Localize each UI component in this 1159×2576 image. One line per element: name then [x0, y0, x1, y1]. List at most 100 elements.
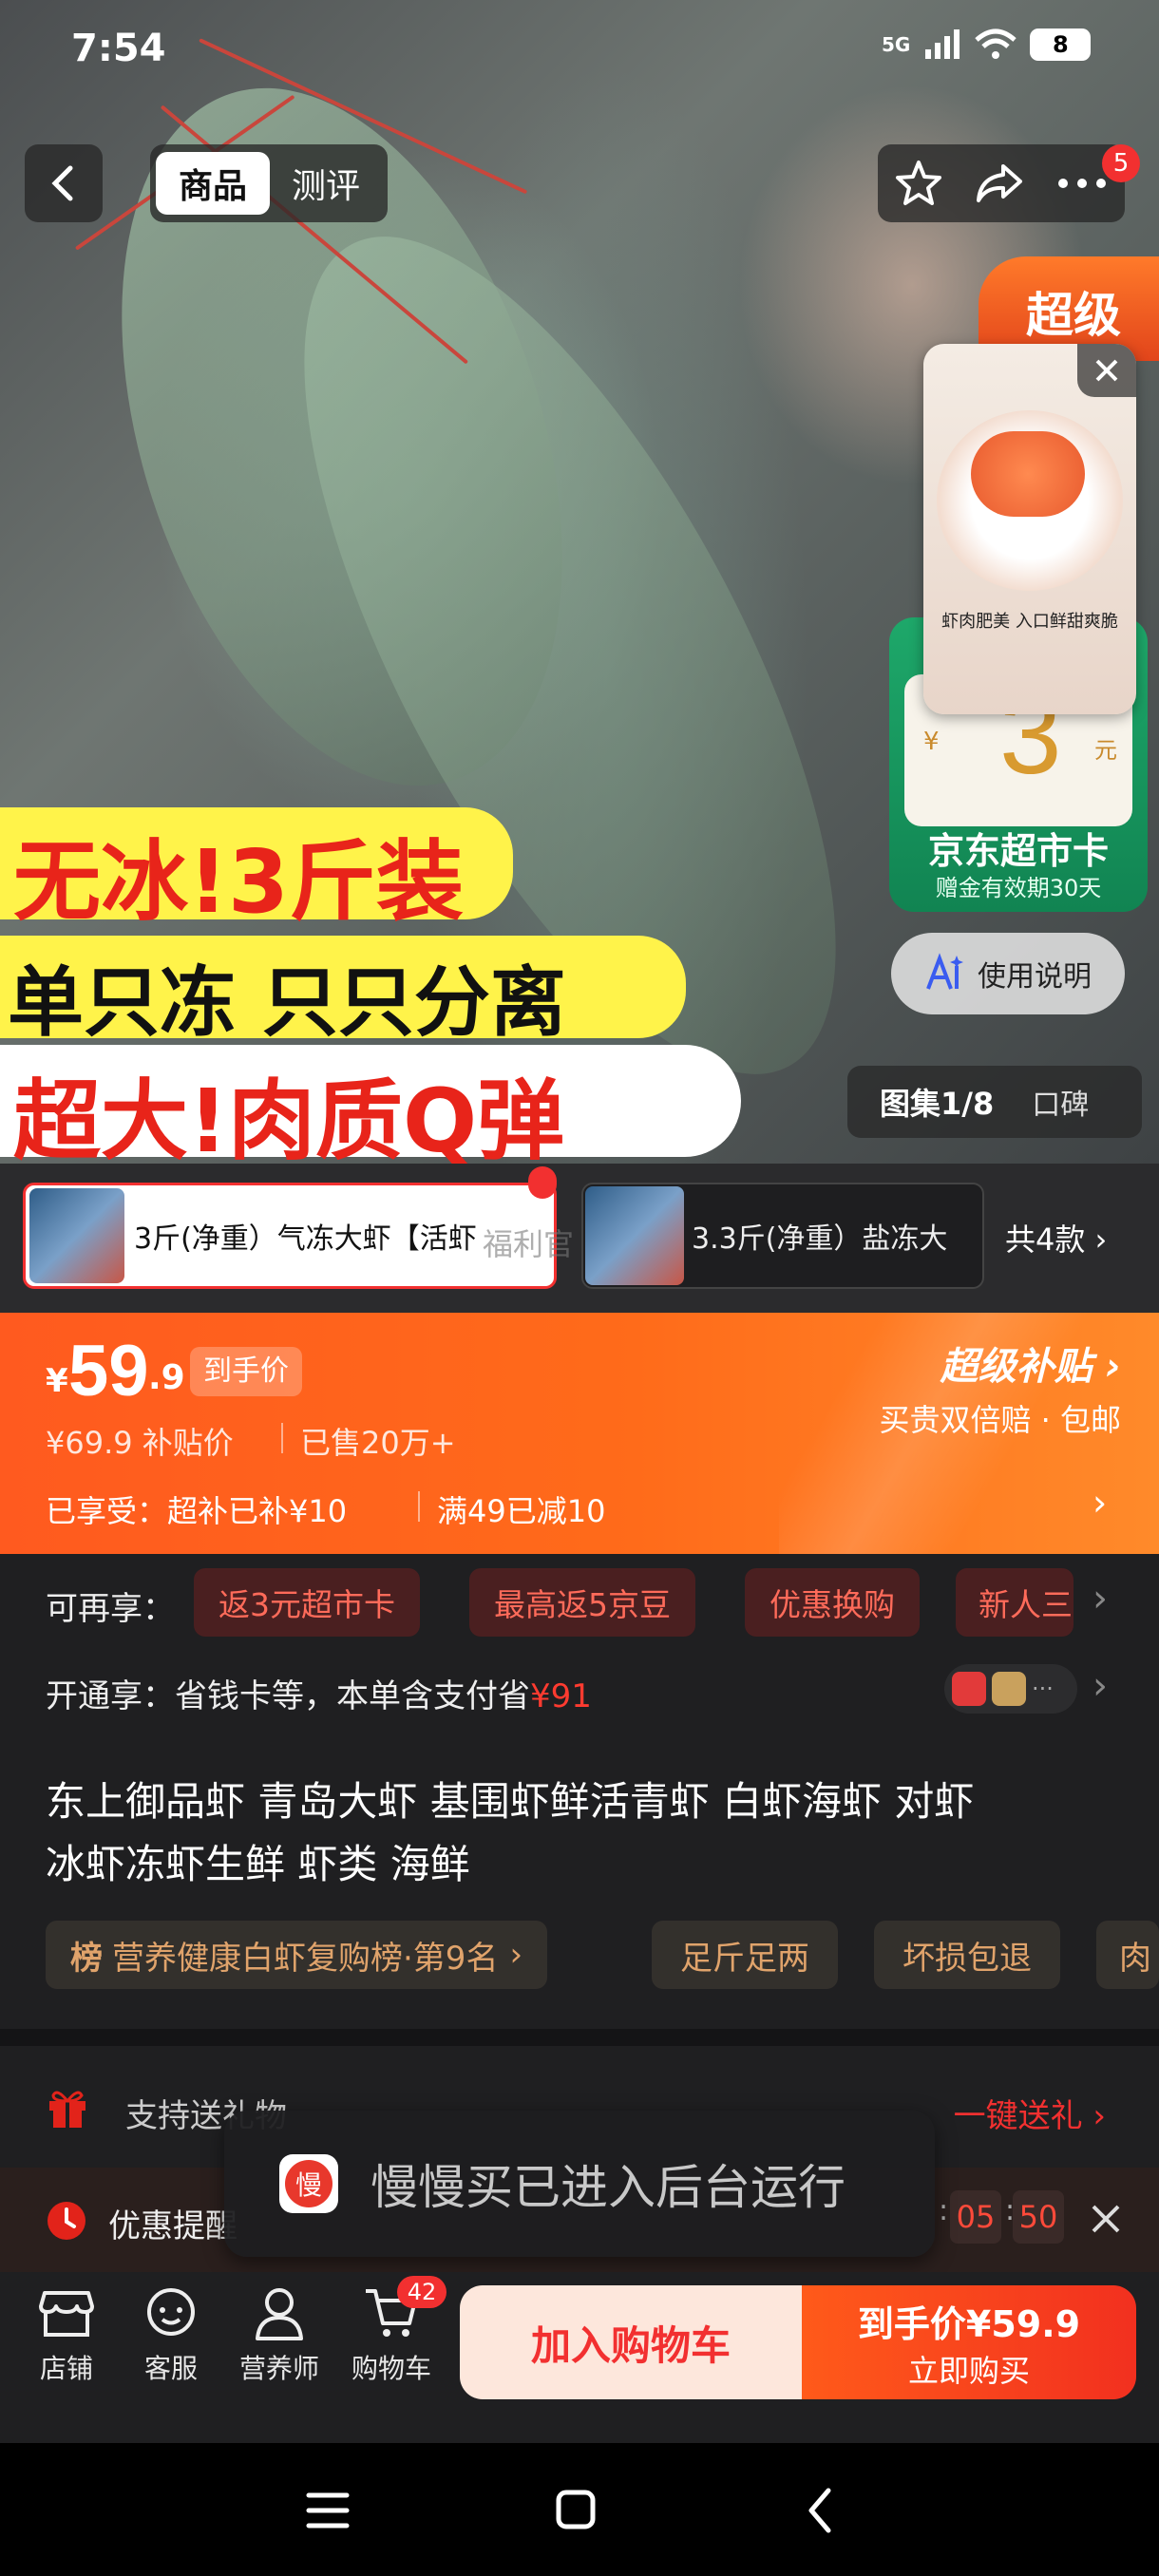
- bottom-nav: 店铺 客服 营养师 购物车 42: [21, 2276, 446, 2386]
- service-button[interactable]: 客服: [125, 2283, 217, 2386]
- super-label: 超级: [1026, 288, 1121, 343]
- tag-item[interactable]: 坏损包退: [874, 1921, 1060, 1989]
- promo-line-3: 超大!肉质Q弹: [13, 1070, 565, 1172]
- promo-sub: 买贵双倍赔 · 包邮: [879, 1402, 1121, 1438]
- store-icon: [39, 2291, 94, 2337]
- gallery-indicator[interactable]: 图集1/8 口碑: [847, 1066, 1142, 1138]
- benefit-chip-2[interactable]: 最高返5京豆: [469, 1568, 695, 1637]
- timer-seconds: 50: [1013, 2190, 1064, 2244]
- ai-icon: [926, 953, 963, 990]
- chip-text: 优惠换购: [745, 1568, 920, 1637]
- more-icon[interactable]: [1055, 176, 1109, 191]
- app-icon: 慢: [279, 2154, 338, 2213]
- card-currency: ¥: [923, 728, 940, 756]
- card-note: 赠金有效期30天: [935, 875, 1102, 901]
- store-label: 店铺: [39, 2353, 93, 2384]
- share-icon[interactable]: [975, 159, 1024, 208]
- price-banner: ¥ 59 .9 到手价 ¥69.9 补贴价 已售20万+ 已享受：超补已补¥10…: [0, 1313, 1159, 1554]
- top-tabs: 商品 测评: [150, 144, 388, 222]
- reminder-label: 优惠提醒: [108, 2207, 238, 2245]
- chevron-right-icon[interactable]: ›: [1092, 1577, 1108, 1620]
- cart-label: 购物车: [351, 2353, 431, 2384]
- back-button[interactable]: [25, 144, 103, 222]
- tab-review[interactable]: 测评: [270, 159, 382, 208]
- store-button[interactable]: 店铺: [21, 2283, 112, 2386]
- open-benefit[interactable]: 开通享：省钱卡等，本单含支付省¥91: [46, 1670, 592, 1716]
- back-nav-icon[interactable]: [806, 2487, 834, 2534]
- variant-item-1[interactable]: 3斤(净重）气冻大虾【活虾: [23, 1183, 557, 1289]
- price-decimal: .9: [148, 1358, 185, 1397]
- variant-thumb: [29, 1188, 124, 1283]
- usage-label: 使用说明: [978, 960, 1092, 994]
- network-icon: 5G: [882, 33, 911, 56]
- chip-text: 新人三: [956, 1568, 1074, 1637]
- chevron-right-icon: ›: [509, 1936, 523, 1974]
- benefit-chip-4[interactable]: 新人三: [956, 1568, 1074, 1637]
- rank-prefix: 榜: [70, 1939, 103, 1978]
- star-icon[interactable]: [894, 159, 943, 208]
- menu-icon[interactable]: [306, 2491, 350, 2530]
- usage-button[interactable]: 使用说明: [891, 933, 1125, 1014]
- tab-product[interactable]: 商品: [156, 152, 270, 215]
- cart-badge: 42: [397, 2276, 446, 2308]
- toast-text: 慢慢买已进入后台运行: [370, 2160, 846, 2215]
- chevron-right-icon[interactable]: ›: [1092, 1664, 1108, 1708]
- variant-total[interactable]: 共4款 ›: [1005, 1216, 1107, 1260]
- variant-label: 3斤(净重）气冻大虾【活虾: [134, 1222, 477, 1256]
- system-nav-bar: [0, 2443, 1159, 2576]
- close-icon[interactable]: [1091, 2204, 1121, 2234]
- gift-action[interactable]: 一键送礼 ›: [954, 2090, 1106, 2136]
- tag-item[interactable]: 肉: [1096, 1921, 1159, 1989]
- variant-item-2[interactable]: 3.3斤(净重）盐冻大: [581, 1183, 984, 1289]
- cart-button[interactable]: 购物车 42: [342, 2276, 446, 2386]
- variant-total-label: 共4款: [1005, 1222, 1086, 1258]
- status-time: 7:54: [71, 27, 166, 70]
- member-icons[interactable]: ···: [944, 1664, 1077, 1714]
- open-amount: ¥91: [530, 1677, 592, 1715]
- buy-now-button[interactable]: 到手价¥59.9 立即购买: [802, 2285, 1136, 2399]
- open-label: 开通享：省钱卡等，本单含支付省: [46, 1677, 530, 1715]
- promo-title: 超级补贴 ›: [940, 1345, 1121, 1389]
- coupon-icon: [952, 1672, 986, 1706]
- popup-close-button[interactable]: [1077, 344, 1136, 397]
- timer-minutes: 05: [950, 2190, 1001, 2244]
- rank-tag[interactable]: 榜 营养健康白虾复购榜·第9名 ›: [46, 1921, 548, 1989]
- benefit-chip-1[interactable]: 返3元超市卡: [194, 1568, 420, 1637]
- price-integer: 59: [68, 1331, 149, 1411]
- status-icons: 5G 8: [882, 28, 1092, 61]
- promo-band-3: 超大!肉质Q弹: [0, 1045, 741, 1172]
- divider: [418, 1491, 420, 1522]
- tag-item[interactable]: 足斤足两: [652, 1921, 838, 1989]
- more-label: 可再享：: [46, 1590, 175, 1628]
- variant-overlay-text: 福利官: [483, 1226, 575, 1262]
- add-to-cart-button[interactable]: 加入购物车: [460, 2285, 802, 2399]
- reviews-label[interactable]: 口碑: [1032, 1081, 1089, 1123]
- nutritionist-button[interactable]: 营养师: [230, 2283, 329, 2386]
- floating-video[interactable]: 虾肉肥美 入口鲜甜爽脆: [923, 344, 1136, 714]
- timer-colon: :: [939, 2194, 949, 2227]
- gift-icon: [49, 2091, 86, 2128]
- enjoyed-label: 已享受：超补已补¥10: [46, 1493, 348, 1529]
- home-icon[interactable]: [555, 2489, 597, 2530]
- popup-caption: 虾肉肥美 入口鲜甜爽脆: [941, 612, 1118, 632]
- crown-icon: [992, 1672, 1026, 1706]
- sold-count: 已售20万+: [300, 1425, 456, 1461]
- gallery-label[interactable]: 图集1/8: [880, 1080, 994, 1124]
- super-subsidy[interactable]: 超级补贴 › 买贵双倍赔 · 包邮: [879, 1335, 1121, 1440]
- variant-thumb: [585, 1186, 684, 1285]
- title-line-2: 冰虾冻虾生鲜 虾类 海鲜: [46, 1841, 470, 1887]
- promo-title-label: 超级补贴: [940, 1345, 1092, 1389]
- rank-text: 营养健康白虾复购榜·第9名: [112, 1939, 499, 1978]
- buy-sub: 立即购买: [907, 2352, 1030, 2389]
- service-label: 客服: [143, 2353, 198, 2384]
- chevron-right-icon[interactable]: ›: [1092, 1482, 1107, 1524]
- promo-band-2: 单只冻 只只分离: [0, 936, 686, 1047]
- toast: 慢 慢慢买已进入后台运行: [224, 2111, 935, 2257]
- clock-icon: [48, 2202, 86, 2240]
- notification-badge: 5: [1102, 144, 1140, 182]
- benefit-chip-3[interactable]: 优惠换购: [745, 1568, 920, 1637]
- divider: [281, 1423, 283, 1453]
- hot-flame-icon: [528, 1166, 557, 1199]
- top-actions: [878, 144, 1125, 222]
- close-icon: [1095, 359, 1118, 382]
